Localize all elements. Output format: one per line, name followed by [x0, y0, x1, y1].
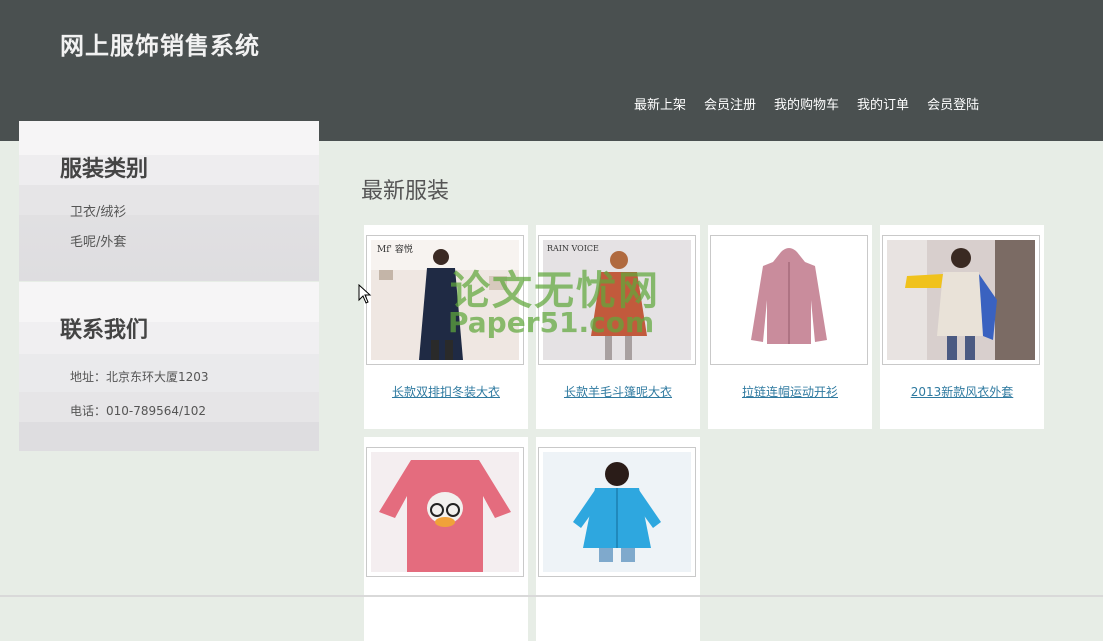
contact-heading: 联系我们 — [60, 317, 149, 343]
product-card[interactable]: 拉链连帽运动开衫 — [708, 225, 872, 429]
product-image-frame[interactable] — [366, 447, 524, 577]
mouse-cursor-icon — [358, 284, 372, 304]
category-item: 毛呢/外套 — [70, 235, 319, 265]
product-image-frame[interactable]: Mf' 容悦 — [366, 235, 524, 365]
nav-register[interactable]: 会员注册 — [704, 94, 756, 113]
nav-cart[interactable]: 我的购物车 — [774, 94, 839, 113]
product-image-navy-coat: Mf' 容悦 — [371, 240, 519, 360]
category-heading: 服装类别 — [60, 156, 149, 182]
contact-phone: 电话：010-789564/102 — [70, 404, 206, 418]
product-image-pink-duck-sweater — [371, 452, 519, 572]
product-image-red-cape-coat: RAIN VOICE — [543, 240, 691, 360]
product-name[interactable]: 长款羊毛斗篷呢大衣 — [536, 383, 700, 400]
nav-orders[interactable]: 我的订单 — [857, 94, 909, 113]
product-card[interactable]: RAIN VOICE 长款羊毛斗篷呢大衣 — [536, 225, 700, 429]
svg-text:Mf' 容悦: Mf' 容悦 — [377, 243, 413, 255]
product-image-pink-hoodie — [715, 240, 863, 360]
product-name[interactable]: 2013新款风衣外套 — [880, 383, 1044, 400]
product-image-blue-zip-hoodie — [543, 452, 691, 572]
product-image-frame[interactable] — [882, 235, 1040, 365]
category-panel: 服装类别 卫衣/绒衫 毛呢/外套 — [19, 121, 319, 281]
sidebar: 服装类别 卫衣/绒衫 毛呢/外套 联系我们 地址：北京东环大厦1203 电话：0… — [19, 121, 319, 451]
category-link-coat[interactable]: 毛呢/外套 — [70, 235, 126, 250]
category-list: 卫衣/绒衫 毛呢/外套 — [19, 183, 319, 265]
product-card[interactable]: 2013新款风衣外套 — [880, 225, 1044, 429]
main-nav: 最新上架 会员注册 我的购物车 我的订单 会员登陆 — [634, 94, 979, 113]
contact-panel: 联系我们 地址：北京东环大厦1203 电话：010-789564/102 — [19, 282, 319, 451]
site-title: 网上服饰销售系统 — [60, 31, 260, 60]
svg-text:RAIN VOICE: RAIN VOICE — [547, 244, 599, 253]
section-title: 最新服装 — [361, 179, 450, 204]
product-image-frame[interactable] — [710, 235, 868, 365]
product-card[interactable] — [536, 437, 700, 641]
product-name[interactable]: 长款双排扣冬装大衣 — [364, 383, 528, 400]
category-link-hoodie[interactable]: 卫衣/绒衫 — [70, 205, 126, 220]
nav-latest[interactable]: 最新上架 — [634, 94, 686, 113]
category-item: 卫衣/绒衫 — [70, 205, 319, 235]
product-card[interactable]: Mf' 容悦 长款双排扣冬装大衣 — [364, 225, 528, 429]
product-card[interactable] — [364, 437, 528, 641]
product-name[interactable]: 拉链连帽运动开衫 — [708, 383, 872, 400]
product-image-frame[interactable]: RAIN VOICE — [538, 235, 696, 365]
product-image-frame[interactable] — [538, 447, 696, 577]
contact-address: 地址：北京东环大厦1203 — [70, 370, 209, 384]
product-image-colorblock-hoodie — [887, 240, 1035, 360]
header-bar: 网上服饰销售系统 最新上架 会员注册 我的购物车 我的订单 会员登陆 — [0, 0, 1103, 141]
nav-login[interactable]: 会员登陆 — [927, 94, 979, 113]
